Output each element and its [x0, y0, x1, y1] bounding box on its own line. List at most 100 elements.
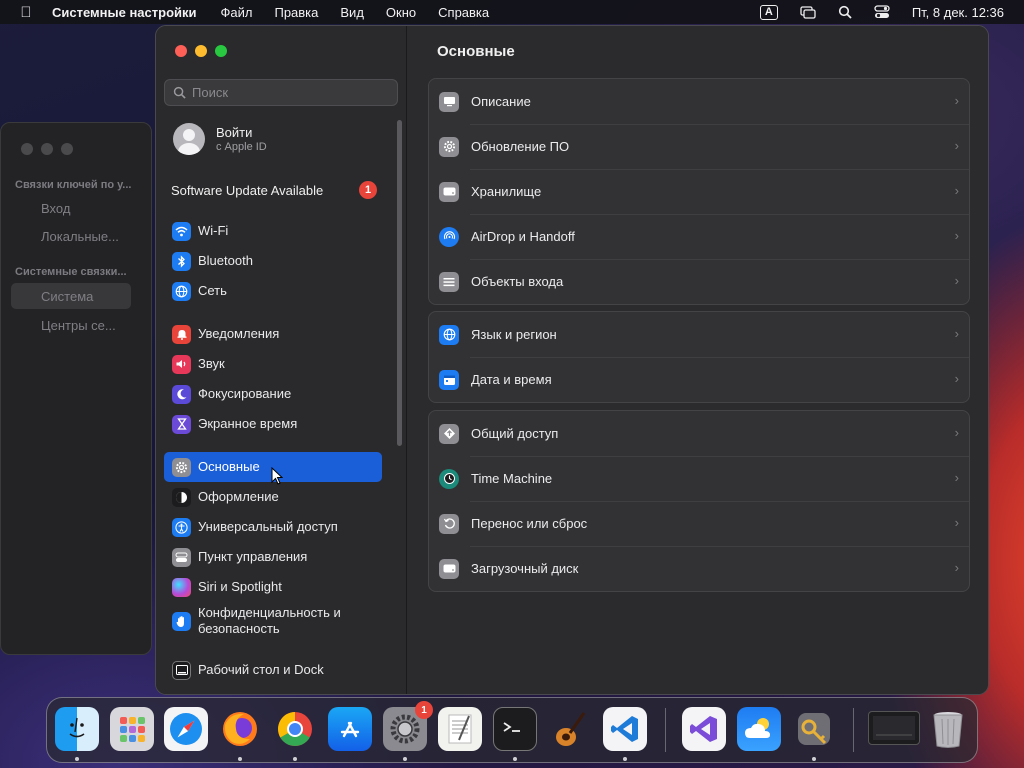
sidebar-item-screen-time[interactable]: Экранное время — [164, 409, 382, 439]
row-label: Объекты входа — [471, 274, 564, 289]
sidebar-item-siri-spotlight[interactable]: Siri и Spotlight — [164, 572, 382, 602]
sidebar-item-privacy-security[interactable]: Конфиденциальность и безопасность — [164, 602, 382, 640]
screen-icon[interactable] — [868, 711, 920, 745]
avatar — [173, 123, 205, 155]
sidebar-item-label: Bluetooth — [198, 253, 253, 268]
search-field[interactable] — [164, 79, 398, 106]
row-startup-disk[interactable]: Загрузочный диск › — [429, 546, 969, 591]
safari-icon[interactable] — [164, 707, 208, 751]
sidebar-item-control-center[interactable]: Пункт управления — [164, 542, 382, 572]
row-airdrop-handoff[interactable]: AirDrop и Handoff › — [429, 214, 969, 259]
close-button[interactable] — [175, 45, 187, 57]
minimize-button[interactable] — [41, 143, 53, 155]
vscode-icon[interactable] — [603, 707, 647, 751]
dock-icon — [172, 660, 191, 680]
sidebar-scrollbar[interactable] — [397, 120, 402, 446]
keychain-icon[interactable] — [792, 707, 836, 751]
finder-icon[interactable] — [55, 707, 99, 751]
menu-help[interactable]: Справка — [438, 5, 489, 20]
visual-studio-icon[interactable] — [682, 707, 726, 751]
input-source-icon[interactable]: A — [759, 4, 778, 20]
running-indicator — [812, 757, 816, 761]
sidebar: Войти с Apple ID Software Update Availab… — [156, 26, 407, 694]
sidebar-item-label: Уведомления — [198, 326, 280, 341]
sidebar-item-accessibility[interactable]: Универсальный доступ — [164, 512, 382, 542]
chrome-icon[interactable] — [273, 707, 317, 751]
firefox-icon[interactable] — [218, 707, 262, 751]
settings-group: Язык и регион › Дата и время › — [428, 311, 970, 403]
search-icon — [173, 86, 186, 99]
menu-edit[interactable]: Правка — [274, 5, 318, 20]
traffic-lights — [175, 45, 227, 57]
screen-mirroring-icon[interactable] — [800, 5, 816, 19]
software-update-available[interactable]: Software Update Available 1 — [171, 181, 377, 199]
zoom-button[interactable] — [215, 45, 227, 57]
sidebar-item-network[interactable]: Сеть — [164, 276, 382, 306]
mouse-cursor-icon — [271, 467, 283, 485]
menu-file[interactable]: Файл — [221, 5, 253, 20]
search-input[interactable] — [192, 85, 392, 100]
row-login-items[interactable]: Объекты входа › — [429, 259, 969, 304]
menu-window[interactable]: Окно — [386, 5, 416, 20]
menu-clock[interactable]: Пт, 8 дек. 12:36 — [912, 5, 1004, 20]
row-label: Перенос или сброс — [471, 516, 588, 531]
menu-view[interactable]: Вид — [340, 5, 364, 20]
sidebar-item-label: Основные — [198, 459, 260, 474]
trash-icon[interactable] — [926, 707, 970, 751]
textedit-icon[interactable] — [438, 707, 482, 751]
sidebar-item-label: Конфиденциальность и безопасность — [198, 605, 341, 636]
time-machine-icon — [439, 468, 459, 489]
sidebar-item-focus[interactable]: Фокусирование — [164, 379, 382, 409]
gear-badge-icon — [439, 136, 459, 157]
accessibility-icon — [172, 517, 191, 537]
apple-menu-icon[interactable]:  — [0, 4, 52, 21]
account-subtitle: с Apple ID — [216, 141, 267, 153]
hand-icon — [172, 611, 191, 631]
garageband-icon[interactable] — [548, 707, 592, 751]
row-about[interactable]: Описание › — [429, 79, 969, 124]
row-time-machine[interactable]: Time Machine › — [429, 456, 969, 501]
apple-id-sign-in[interactable]: Войти с Apple ID — [173, 123, 267, 155]
running-indicator — [623, 757, 627, 761]
sidebar-item-sound[interactable]: Звук — [164, 349, 382, 379]
sidebar-item-appearance[interactable]: Оформление — [164, 482, 382, 512]
keychain-item[interactable]: Центры се... — [41, 318, 116, 333]
chevron-right-icon: › — [954, 326, 959, 341]
row-software-update[interactable]: Обновление ПО › — [429, 124, 969, 169]
row-transfer-reset[interactable]: Перенос или сброс › — [429, 501, 969, 546]
dock-separator — [665, 708, 666, 752]
zoom-button[interactable] — [61, 143, 73, 155]
dock-separator — [853, 708, 854, 752]
row-date-time[interactable]: Дата и время › — [429, 357, 969, 402]
sidebar-item-bluetooth[interactable]: Bluetooth — [164, 246, 382, 276]
dock: 1 — [46, 697, 978, 763]
keychain-item[interactable]: Локальные... — [41, 229, 119, 244]
sidebar-item-label: Wi-Fi — [198, 223, 229, 238]
close-button[interactable] — [21, 143, 33, 155]
running-indicator — [403, 757, 407, 761]
weather-icon[interactable] — [737, 707, 781, 751]
keychain-item[interactable]: Вход — [41, 201, 70, 216]
chevron-right-icon: › — [954, 183, 959, 198]
sidebar-item-label: Рабочий стол и Dock — [198, 662, 324, 677]
settings-dock-badge: 1 — [415, 701, 433, 719]
sidebar-item-notifications[interactable]: Уведомления — [164, 319, 382, 349]
row-storage[interactable]: Хранилище › — [429, 169, 969, 214]
sidebar-item-desktop-dock[interactable]: Рабочий стол и Dock — [164, 655, 382, 685]
speaker-icon — [172, 354, 191, 374]
launchpad-icon[interactable] — [110, 707, 154, 751]
row-language-region[interactable]: Язык и регион › — [429, 312, 969, 357]
row-sharing[interactable]: Общий доступ › — [429, 411, 969, 456]
app-store-icon[interactable] — [328, 707, 372, 751]
calendar-icon — [439, 369, 459, 390]
control-center-icon[interactable] — [874, 5, 890, 19]
keychain-item[interactable]: Система — [41, 289, 93, 304]
menu-app-name[interactable]: Системные настройки — [52, 5, 197, 20]
minimize-button[interactable] — [195, 45, 207, 57]
sidebar-item-wifi[interactable]: Wi-Fi — [164, 216, 382, 246]
siri-icon — [172, 577, 191, 597]
spotlight-search-icon[interactable] — [838, 5, 852, 19]
hourglass-icon — [172, 414, 191, 434]
terminal-icon[interactable] — [493, 707, 537, 751]
settings-group: Описание › Обновление ПО › Хранилище › A… — [428, 78, 970, 305]
